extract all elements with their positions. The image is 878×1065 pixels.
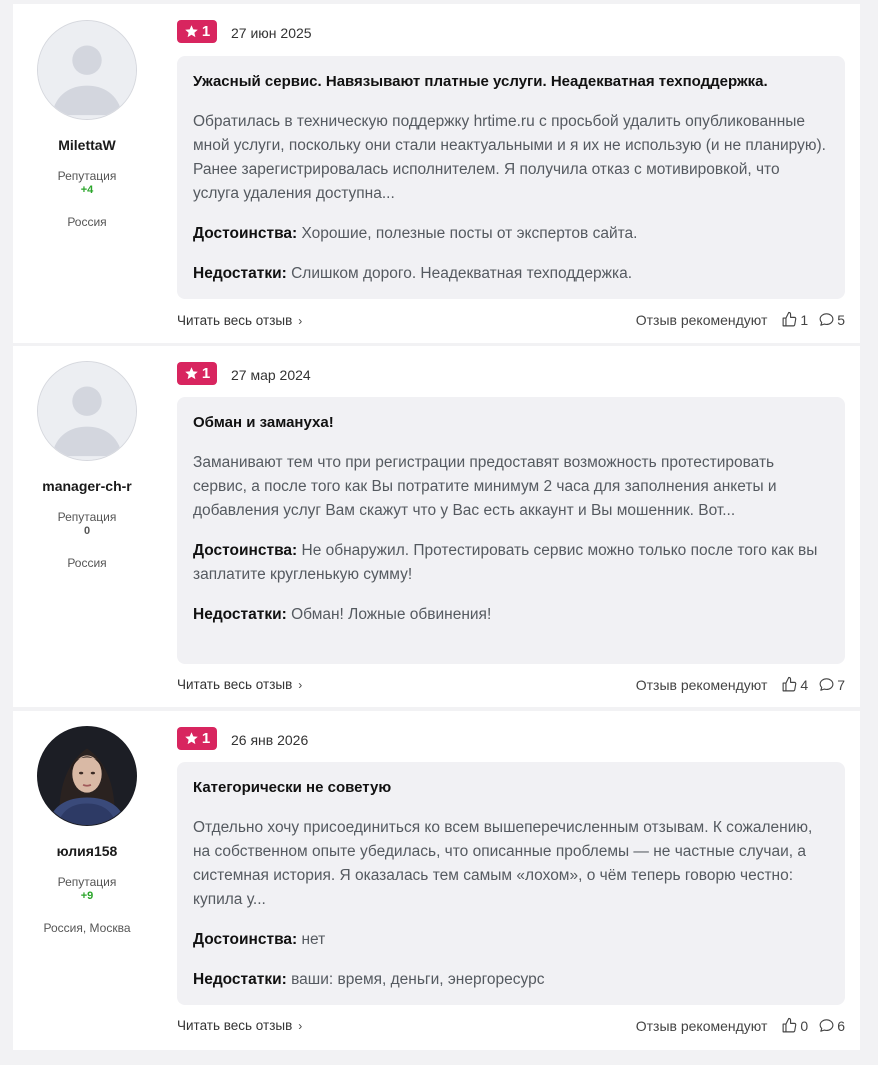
- comments-count: 6: [837, 1017, 845, 1034]
- comment-icon[interactable]: [818, 311, 835, 328]
- thumbs-up-icon[interactable]: [781, 676, 798, 693]
- rating-value: 1: [201, 365, 211, 382]
- thumbs-up-icon[interactable]: [781, 1017, 798, 1034]
- cons-label: Недостатки:: [193, 606, 287, 623]
- review-text: Обратилась в техническую поддержку hrtim…: [193, 113, 826, 202]
- likes-count: 0: [800, 1017, 809, 1034]
- likes-count: 1: [800, 311, 809, 328]
- user-location: Россия: [67, 556, 107, 570]
- star-icon: [185, 25, 198, 38]
- read-more-label: Читать весь отзыв: [177, 313, 293, 328]
- review-meta: Отзыв рекомендуют 4 7: [636, 676, 845, 693]
- reputation-value: 0: [83, 525, 91, 537]
- rating-badge: 1: [177, 362, 217, 385]
- user-location: Россия, Москва: [43, 921, 131, 935]
- review-date: 27 мар 2024: [231, 367, 311, 383]
- username[interactable]: юлия158: [13, 843, 161, 859]
- read-more-label: Читать весь отзыв: [177, 1018, 293, 1033]
- review-date: 27 июн 2025: [231, 25, 312, 41]
- reputation-label: Репутация: [57, 875, 117, 889]
- review-meta: Отзыв рекомендуют 1 5: [636, 311, 845, 328]
- review-pros: Достоинства: Хорошие, полезные посты от …: [193, 222, 829, 246]
- recommend-label: Отзыв рекомендуют: [635, 311, 768, 328]
- reputation-value: +9: [80, 890, 94, 902]
- pros-text: нет: [301, 931, 326, 948]
- comment-icon[interactable]: [818, 676, 835, 693]
- comments-count: 7: [837, 676, 845, 693]
- read-full-review-link[interactable]: Читать весь отзыв ›: [177, 313, 302, 328]
- user-placeholder-icon: [38, 362, 136, 460]
- pros-label: Достоинства:: [193, 931, 298, 948]
- review-title[interactable]: Обман и замануха!: [193, 413, 829, 433]
- review-cons: Недостатки: ваши: время, деньги, энергор…: [193, 968, 829, 992]
- review-pros: Достоинства: нет: [193, 928, 829, 952]
- read-full-review-link[interactable]: Читать весь отзыв ›: [177, 1018, 302, 1033]
- reputation-label: Репутация: [57, 510, 117, 524]
- cons-text: ваши: время, деньги, энергоресурс: [291, 971, 545, 988]
- recommend-label: Отзыв рекомендуют: [635, 1017, 768, 1034]
- pros-label: Достоинства:: [193, 542, 298, 559]
- rating-badge: 1: [177, 20, 217, 43]
- review-cons: Недостатки: Обман! Ложные обвинения!: [193, 603, 829, 627]
- review-pros: Достоинства: Не обнаружил. Протестироват…: [193, 539, 829, 587]
- read-full-review-link[interactable]: Читать весь отзыв ›: [177, 677, 302, 692]
- rating-badge: 1: [177, 727, 217, 750]
- review-title[interactable]: Ужасный сервис. Навязывают платные услуг…: [193, 72, 829, 92]
- review-card: MilettaW Репутация +4 Россия 1 27 июн 20…: [13, 4, 860, 343]
- cons-text: Обман! Ложные обвинения!: [291, 606, 492, 623]
- chevron-right-icon: ›: [298, 313, 303, 328]
- review-title[interactable]: Категорически не советую: [193, 778, 829, 798]
- avatar[interactable]: [37, 726, 137, 826]
- recommend-label: Отзыв рекомендуют: [635, 676, 768, 693]
- likes-count: 4: [800, 676, 809, 693]
- pros-label: Достоинства:: [193, 225, 298, 242]
- pros-text: Хорошие, полезные посты от экспертов сай…: [301, 225, 638, 242]
- cons-label: Недостатки:: [193, 971, 287, 988]
- username[interactable]: manager-ch-r: [13, 478, 161, 494]
- star-icon: [185, 732, 198, 745]
- chevron-right-icon: ›: [298, 677, 303, 692]
- cons-text: Слишком дорого. Неадекватная техподдержк…: [291, 265, 633, 282]
- review-body: Категорически не советую Отдельно хочу п…: [177, 762, 845, 1005]
- review-card: юлия158 Репутация +9 Россия, Москва 1 26…: [13, 711, 860, 1050]
- review-text: Отдельно хочу присоединиться ко всем выш…: [193, 819, 813, 908]
- cons-label: Недостатки:: [193, 265, 287, 282]
- user-location: Россия: [67, 215, 107, 229]
- reputation-value: +4: [80, 184, 94, 196]
- comments-count: 5: [837, 311, 845, 328]
- review-meta: Отзыв рекомендуют 0 6: [636, 1017, 845, 1034]
- thumbs-up-icon[interactable]: [781, 311, 798, 328]
- user-placeholder-icon: [38, 21, 136, 119]
- chevron-right-icon: ›: [298, 1018, 303, 1033]
- review-cons: Недостатки: Слишком дорого. Неадекватная…: [193, 262, 829, 286]
- rating-value: 1: [201, 730, 211, 747]
- read-more-label: Читать весь отзыв: [177, 677, 293, 692]
- review-date: 26 янв 2026: [231, 732, 309, 748]
- username[interactable]: MilettaW: [13, 137, 161, 153]
- comment-icon[interactable]: [818, 1017, 835, 1034]
- avatar[interactable]: [37, 20, 137, 120]
- review-text: Заманивают тем что при регистрации предо…: [193, 454, 777, 519]
- user-photo: [38, 727, 136, 825]
- review-body: Ужасный сервис. Навязывают платные услуг…: [177, 56, 845, 299]
- review-card: manager-ch-r Репутация 0 Россия 1 27 мар…: [13, 346, 860, 707]
- review-body: Обман и замануха! Заманивают тем что при…: [177, 397, 845, 664]
- rating-value: 1: [201, 23, 211, 40]
- star-icon: [185, 367, 198, 380]
- avatar[interactable]: [37, 361, 137, 461]
- reputation-label: Репутация: [57, 169, 117, 183]
